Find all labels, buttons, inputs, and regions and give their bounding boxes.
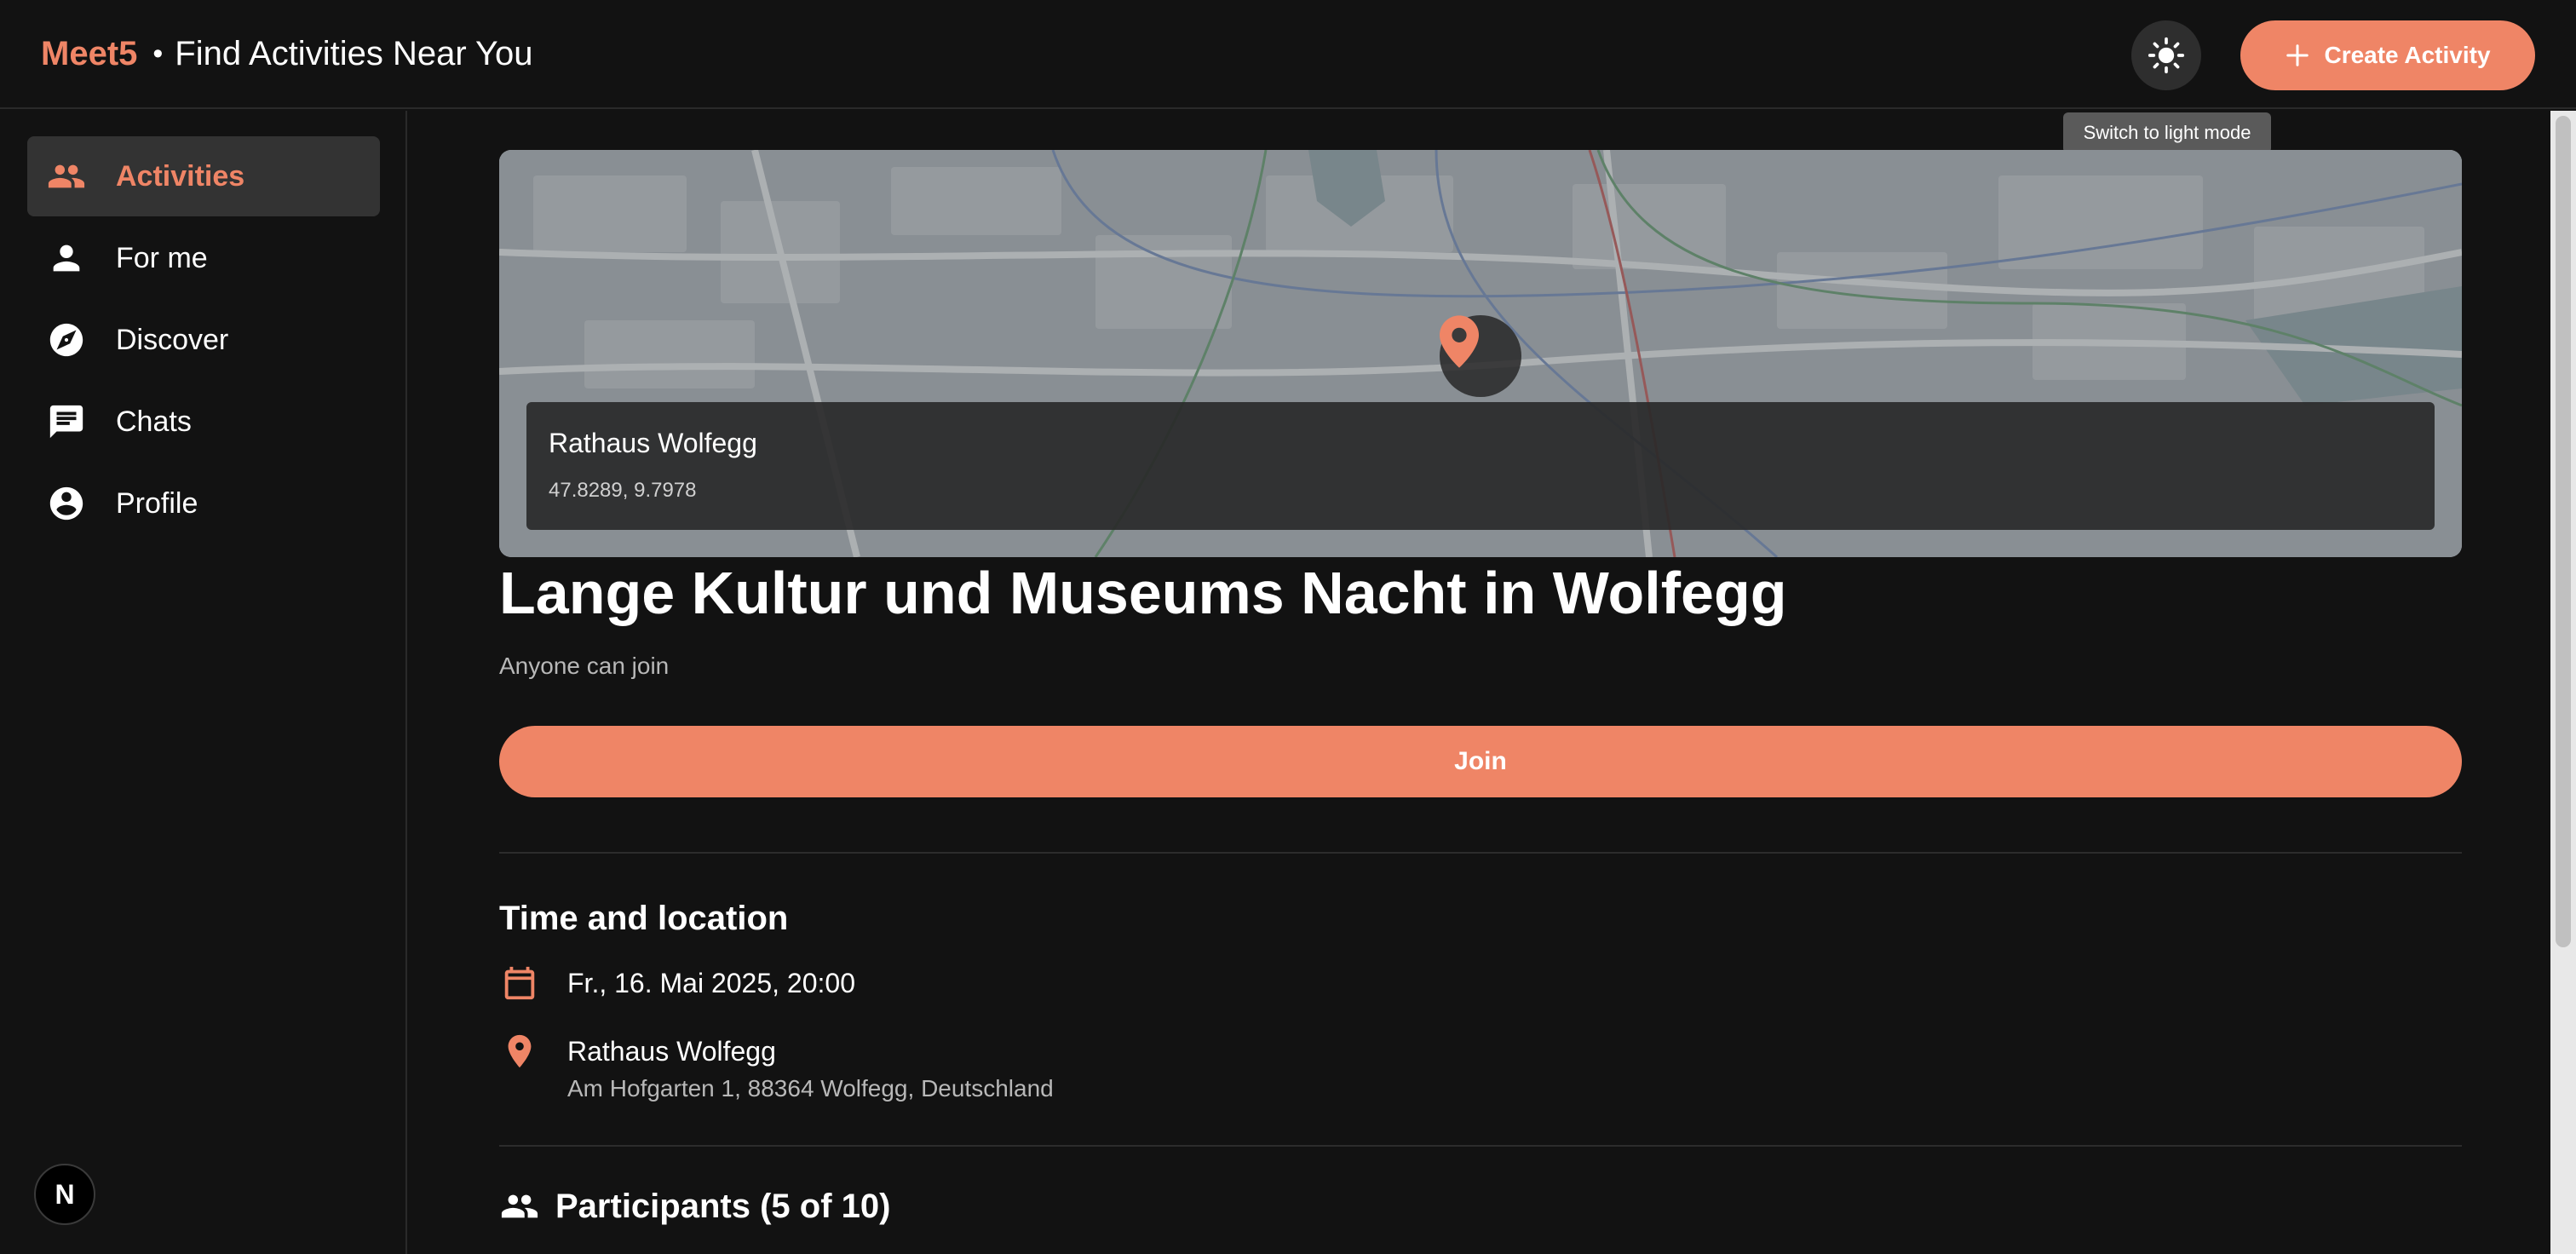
venue-name: Rathaus Wolfegg [567, 1036, 776, 1067]
sun-icon [2148, 37, 2185, 74]
chat-icon [46, 401, 87, 442]
participants-heading-row: Participants (5 of 10) [499, 1186, 890, 1227]
plus-icon [2286, 44, 2309, 66]
dev-tools-badge[interactable]: N [34, 1164, 95, 1225]
main-content: Rathaus Wolfegg 47.8289, 9.7978 Lange Ku… [409, 111, 2550, 1254]
page-subtitle: Find Activities Near You [175, 35, 533, 72]
sidebar-item-label: Activities [116, 159, 245, 193]
map-pin-icon [1440, 315, 1479, 368]
sidebar-item-label: Profile [116, 486, 198, 520]
map-place-name: Rathaus Wolfegg [549, 428, 757, 458]
location-pin-icon [499, 1031, 540, 1072]
calendar-icon [499, 963, 540, 1004]
group-icon [499, 1186, 540, 1227]
map-location-card: Rathaus Wolfegg 47.8289, 9.7978 [526, 402, 2435, 530]
person-icon [46, 238, 87, 279]
scrollbar-thumb[interactable] [2556, 116, 2571, 947]
compass-icon [46, 319, 87, 360]
group-icon [46, 156, 87, 197]
section-divider [499, 852, 2462, 854]
title-separator: • [152, 37, 164, 70]
event-datetime: Fr., 16. Mai 2025, 20:00 [567, 968, 855, 998]
sidebar-item-label: Discover [116, 323, 229, 356]
create-activity-label: Create Activity [2324, 42, 2491, 68]
sidebar-item-profile[interactable]: Profile [27, 463, 380, 544]
datetime-row: Fr., 16. Mai 2025, 20:00 [499, 963, 855, 1004]
section-divider [499, 1145, 2462, 1147]
activity-title: Lange Kultur und Museums Nacht in Wolfeg… [499, 560, 1787, 626]
brand-name[interactable]: Meet5 [41, 32, 137, 75]
location-map[interactable]: Rathaus Wolfegg 47.8289, 9.7978 [499, 150, 2462, 557]
map-coordinates: 47.8289, 9.7978 [549, 479, 697, 502]
theme-toggle-button[interactable] [2131, 20, 2201, 90]
app-title: Meet5 • Find Activities Near You [41, 32, 533, 75]
participants-heading: Participants (5 of 10) [555, 1187, 891, 1225]
sidebar: Activities For me Discover Chats Profile [0, 111, 407, 1254]
venue-row: Rathaus Wolfegg Am Hofgarten 1, 88364 Wo… [499, 1031, 1054, 1102]
sidebar-item-discover[interactable]: Discover [27, 300, 380, 380]
account-circle-icon [46, 483, 87, 524]
sidebar-item-label: Chats [116, 405, 192, 438]
top-bar: Meet5 • Find Activities Near You Create … [0, 0, 2576, 109]
sidebar-item-label: For me [116, 241, 208, 274]
sidebar-item-for-me[interactable]: For me [27, 218, 380, 298]
access-label: Anyone can join [499, 653, 670, 679]
create-activity-button[interactable]: Create Activity [2240, 20, 2535, 90]
join-button[interactable]: Join [499, 726, 2462, 797]
sidebar-item-chats[interactable]: Chats [27, 382, 380, 462]
sidebar-item-activities[interactable]: Activities [27, 136, 380, 216]
time-location-heading: Time and location [499, 900, 789, 937]
venue-address: Am Hofgarten 1, 88364 Wolfegg, Deutschla… [567, 1075, 1054, 1102]
map-marker[interactable] [1440, 315, 1521, 397]
